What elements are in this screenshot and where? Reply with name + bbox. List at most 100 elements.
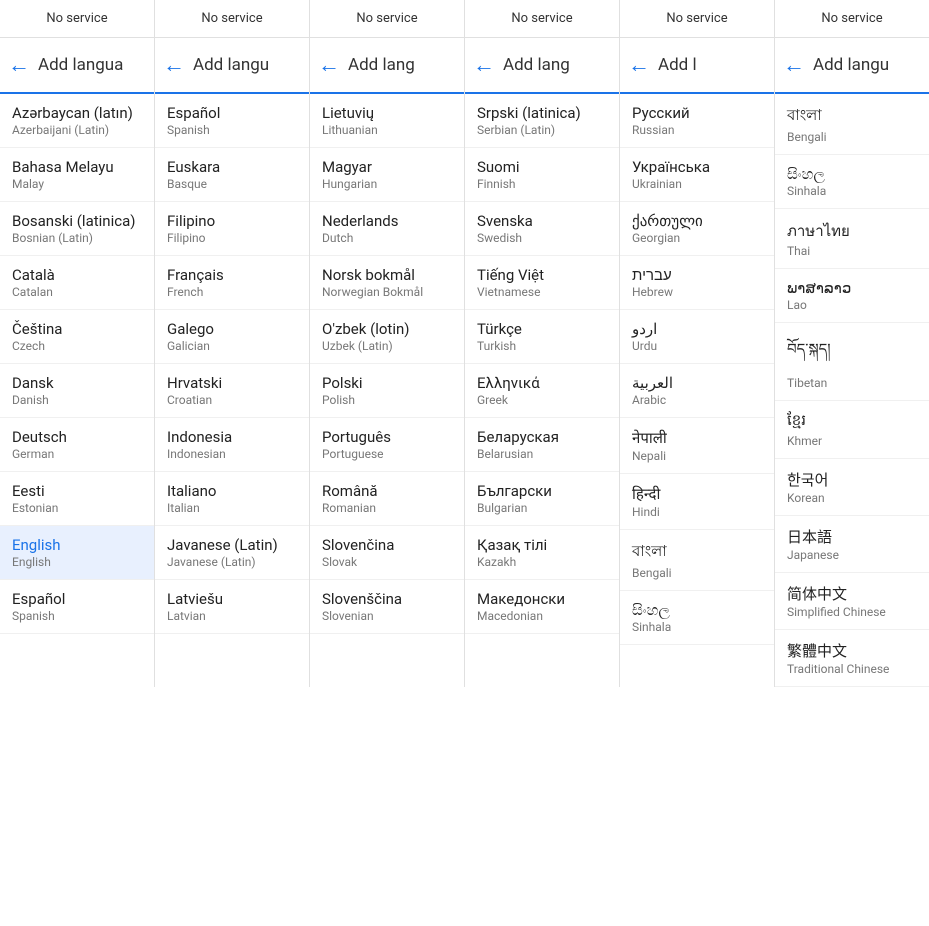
list-item[interactable]: EspañolSpanish bbox=[0, 580, 154, 634]
back-arrow-icon[interactable]: ← bbox=[628, 52, 650, 78]
list-item[interactable]: ខ្មែរKhmer bbox=[775, 401, 929, 459]
lang-english-name: Galician bbox=[167, 339, 297, 353]
lang-english-name: Hebrew bbox=[632, 285, 762, 299]
list-item[interactable]: 日本語Japanese bbox=[775, 516, 929, 573]
list-item[interactable]: PortuguêsPortuguese bbox=[310, 418, 464, 472]
list-item[interactable]: اردوUrdu bbox=[620, 310, 774, 364]
panel-header-1: ←Add langu bbox=[155, 38, 309, 94]
lang-english-name: Sinhala bbox=[632, 620, 762, 634]
panel-panel3: ←Add langLietuviųLithuanianMagyarHungari… bbox=[310, 38, 465, 687]
list-item[interactable]: ItalianoItalian bbox=[155, 472, 309, 526]
list-item[interactable]: EestiEstonian bbox=[0, 472, 154, 526]
lang-english-name: Serbian (Latin) bbox=[477, 123, 607, 137]
list-item[interactable]: DanskDanish bbox=[0, 364, 154, 418]
list-item[interactable]: SlovenščinaSlovenian bbox=[310, 580, 464, 634]
panel-header-2: ←Add lang bbox=[310, 38, 464, 94]
back-arrow-icon[interactable]: ← bbox=[318, 52, 340, 78]
list-item[interactable]: NederlandsDutch bbox=[310, 202, 464, 256]
list-item[interactable]: Norsk bokmålNorwegian Bokmål bbox=[310, 256, 464, 310]
list-item[interactable]: Bosanski (latinica)Bosnian (Latin) bbox=[0, 202, 154, 256]
lang-english-name: Georgian bbox=[632, 231, 762, 245]
lang-english-name: Basque bbox=[167, 177, 297, 191]
list-item[interactable]: नेपालीNepali bbox=[620, 418, 774, 474]
lang-native-name: Hrvatski bbox=[167, 374, 297, 392]
list-item[interactable]: EuskaraBasque bbox=[155, 148, 309, 202]
list-item[interactable]: සිංහලSinhala bbox=[620, 591, 774, 645]
list-item[interactable]: БългарскиBulgarian bbox=[465, 472, 619, 526]
list-item[interactable]: RomânăRomanian bbox=[310, 472, 464, 526]
lang-english-name: Greek bbox=[477, 393, 607, 407]
lang-english-name: Kazakh bbox=[477, 555, 607, 569]
lang-english-name: Sinhala bbox=[787, 184, 917, 198]
list-item[interactable]: 한국어Korean bbox=[775, 459, 929, 516]
lang-native-name: नेपाली bbox=[632, 428, 762, 448]
list-item[interactable]: SvenskaSwedish bbox=[465, 202, 619, 256]
lang-english-name: Khmer bbox=[787, 434, 917, 448]
lang-english-name: Turkish bbox=[477, 339, 607, 353]
list-item[interactable]: МакедонскиMacedonian bbox=[465, 580, 619, 634]
list-item[interactable]: EnglishEnglish bbox=[0, 526, 154, 580]
lang-native-name: 한국어 bbox=[787, 469, 917, 490]
lang-english-name: Romanian bbox=[322, 501, 452, 515]
list-item[interactable]: MagyarHungarian bbox=[310, 148, 464, 202]
list-item[interactable]: ČeštinaCzech bbox=[0, 310, 154, 364]
lang-native-name: Català bbox=[12, 266, 142, 284]
list-item[interactable]: УкраїнськаUkrainian bbox=[620, 148, 774, 202]
lang-native-name: 繁體中文 bbox=[787, 640, 917, 661]
list-item[interactable]: HrvatskiCroatian bbox=[155, 364, 309, 418]
list-item[interactable]: བོད་སྐད།Tibetan bbox=[775, 323, 929, 401]
list-item[interactable]: FilipinoFilipino bbox=[155, 202, 309, 256]
list-item[interactable]: LatviešuLatvian bbox=[155, 580, 309, 634]
back-arrow-icon[interactable]: ← bbox=[473, 52, 495, 78]
list-item[interactable]: العربيةArabic bbox=[620, 364, 774, 418]
list-item[interactable]: 简体中文Simplified Chinese bbox=[775, 573, 929, 630]
lang-native-name: Ελληνικά bbox=[477, 374, 607, 392]
list-item[interactable]: SuomiFinnish bbox=[465, 148, 619, 202]
list-item[interactable]: ქართულიGeorgian bbox=[620, 202, 774, 256]
list-item[interactable]: БеларускаяBelarusian bbox=[465, 418, 619, 472]
list-item[interactable]: Bahasa MelayuMalay bbox=[0, 148, 154, 202]
list-item[interactable]: ภาษาไทยThai bbox=[775, 209, 929, 269]
list-item[interactable]: PolskiPolish bbox=[310, 364, 464, 418]
list-item[interactable]: GalegoGalician bbox=[155, 310, 309, 364]
lang-native-name: Bahasa Melayu bbox=[12, 158, 142, 176]
lang-native-name: Tiếng Việt bbox=[477, 266, 607, 284]
list-item[interactable]: TürkçeTurkish bbox=[465, 310, 619, 364]
lang-native-name: Latviešu bbox=[167, 590, 297, 608]
list-item[interactable]: සිංහලSinhala bbox=[775, 155, 929, 209]
lang-list-0: Azərbaycan (latın)Azerbaijani (Latin)Bah… bbox=[0, 94, 154, 634]
list-item[interactable]: EspañolSpanish bbox=[155, 94, 309, 148]
list-item[interactable]: Қазақ тіліKazakh bbox=[465, 526, 619, 580]
list-item[interactable]: ΕλληνικάGreek bbox=[465, 364, 619, 418]
lang-list-1: EspañolSpanishEuskaraBasqueFilipinoFilip… bbox=[155, 94, 309, 634]
list-item[interactable]: FrançaisFrench bbox=[155, 256, 309, 310]
list-item[interactable]: 繁體中文Traditional Chinese bbox=[775, 630, 929, 687]
list-item[interactable]: हिन्दीHindi bbox=[620, 474, 774, 530]
list-item[interactable]: DeutschGerman bbox=[0, 418, 154, 472]
list-item[interactable]: РусскийRussian bbox=[620, 94, 774, 148]
list-item[interactable]: CatalàCatalan bbox=[0, 256, 154, 310]
back-arrow-icon[interactable]: ← bbox=[8, 52, 30, 78]
lang-english-name: Finnish bbox=[477, 177, 607, 191]
list-item[interactable]: Azərbaycan (latın)Azerbaijani (Latin) bbox=[0, 94, 154, 148]
list-item[interactable]: Javanese (Latin)Javanese (Latin) bbox=[155, 526, 309, 580]
back-arrow-icon[interactable]: ← bbox=[163, 52, 185, 78]
lang-english-name: English bbox=[12, 555, 142, 569]
lang-english-name: Simplified Chinese bbox=[787, 605, 917, 619]
list-item[interactable]: বাংলাBengali bbox=[620, 530, 774, 591]
list-item[interactable]: עבריתHebrew bbox=[620, 256, 774, 310]
list-item[interactable]: O'zbek (lotin)Uzbek (Latin) bbox=[310, 310, 464, 364]
list-item[interactable]: IndonesiaIndonesian bbox=[155, 418, 309, 472]
lang-native-name: བོད་སྐད། bbox=[787, 333, 917, 375]
list-item[interactable]: SlovenčinaSlovak bbox=[310, 526, 464, 580]
list-item[interactable]: ພາສາລາວLao bbox=[775, 269, 929, 323]
lang-english-name: Spanish bbox=[167, 123, 297, 137]
lang-native-name: English bbox=[12, 536, 142, 554]
list-item[interactable]: Srpski (latinica)Serbian (Latin) bbox=[465, 94, 619, 148]
list-item[interactable]: Tiếng ViệtVietnamese bbox=[465, 256, 619, 310]
list-item[interactable]: LietuviųLithuanian bbox=[310, 94, 464, 148]
list-item[interactable]: বাংলাBengali bbox=[775, 94, 929, 155]
back-arrow-icon[interactable]: ← bbox=[783, 52, 805, 78]
panel-title: Add lang bbox=[503, 55, 570, 75]
lang-english-name: Japanese bbox=[787, 548, 917, 562]
